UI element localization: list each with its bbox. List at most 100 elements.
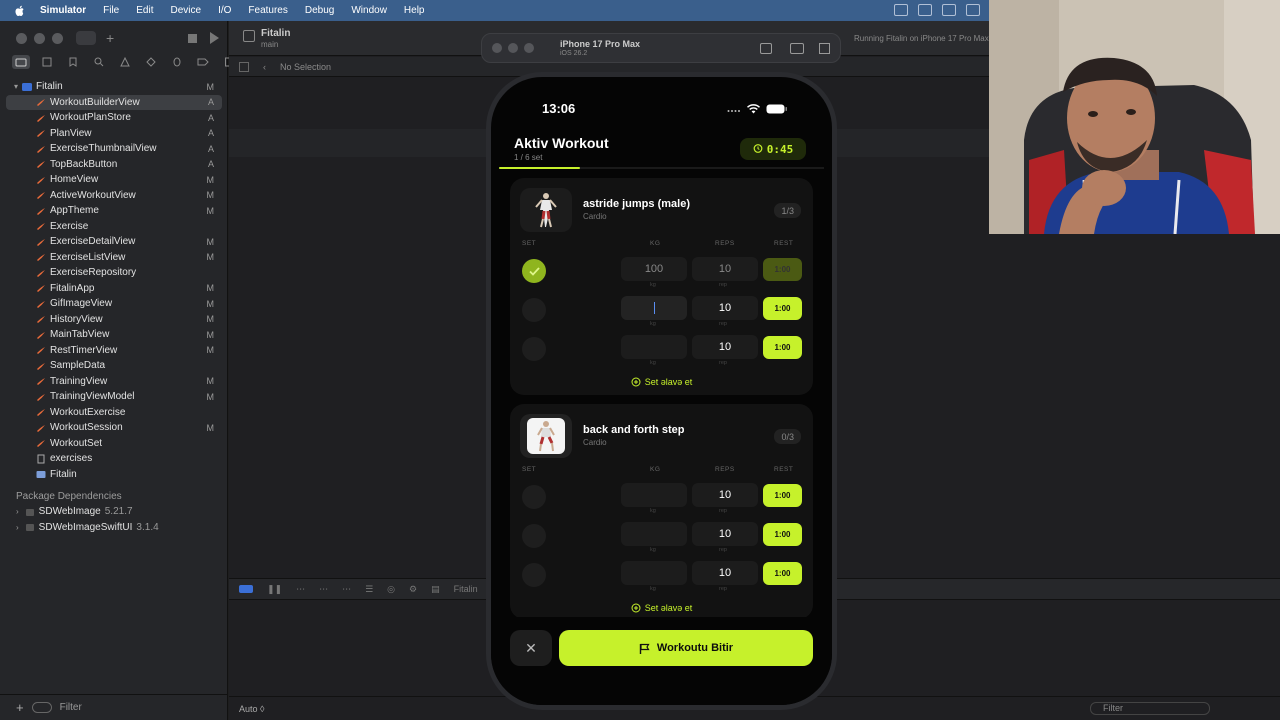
zoom-window-button[interactable] [524, 43, 534, 53]
file-item[interactable]: ExerciseRepository [0, 265, 228, 281]
status-icon[interactable] [918, 4, 932, 16]
file-item[interactable]: WorkoutBuilderView A [6, 94, 222, 110]
close-window-button[interactable] [492, 43, 502, 53]
bookmark-icon[interactable] [64, 55, 82, 69]
reps-input[interactable]: 10 [692, 296, 758, 320]
file-item[interactable]: GifImageView M [0, 296, 228, 312]
rest-timer-button[interactable]: 1:00 [763, 523, 802, 546]
exercise-thumbnail[interactable] [520, 188, 572, 232]
file-item[interactable]: ExerciseDetailView M [0, 234, 228, 250]
disclosure-right-icon[interactable]: › [16, 507, 19, 516]
disclosure-right-icon[interactable]: › [16, 523, 19, 532]
menu-io[interactable]: I/O [218, 5, 231, 16]
warning-icon[interactable] [116, 55, 134, 69]
status-icon[interactable] [894, 4, 908, 16]
rest-timer-button[interactable]: 1:00 [763, 297, 802, 320]
file-item[interactable]: RestTimerView M [0, 343, 228, 359]
add-set-button[interactable]: Set əlavə et [510, 377, 813, 387]
exercise-name[interactable]: back and forth step [583, 424, 684, 436]
file-item[interactable]: TrainingView M [0, 374, 228, 390]
add-file-icon[interactable]: + [16, 700, 24, 715]
weight-input[interactable] [621, 335, 687, 359]
file-item[interactable]: WorkoutPlanStore A [0, 110, 228, 126]
menu-edit[interactable]: Edit [136, 5, 153, 16]
menu-window[interactable]: Window [351, 5, 387, 16]
file-item[interactable]: TrainingViewModel M [0, 389, 228, 405]
weight-input[interactable] [621, 296, 687, 320]
debug-icon[interactable] [168, 55, 186, 69]
apple-icon[interactable] [14, 5, 26, 17]
navigator-filter-input[interactable]: Filter [60, 702, 82, 713]
workout-timer[interactable]: 0:45 [740, 138, 806, 160]
source-control-icon[interactable] [38, 55, 56, 69]
rest-timer-button[interactable]: 1:00 [763, 562, 802, 585]
weight-input[interactable] [621, 561, 687, 585]
reps-input[interactable]: 10 [692, 561, 758, 585]
console-filter-input[interactable]: Filter [1090, 702, 1210, 715]
package-item[interactable]: › SDWebImage 5.21.7 [0, 504, 228, 520]
rest-timer-button[interactable]: 1:00 [763, 484, 802, 507]
reps-input[interactable]: 10 [692, 335, 758, 359]
rest-timer-button[interactable]: 1:00 [763, 336, 802, 359]
file-item[interactable]: ExerciseThumbnailView A [0, 141, 228, 157]
file-item[interactable]: exercises [0, 451, 228, 467]
set-complete-toggle[interactable] [522, 337, 546, 361]
reps-input[interactable]: 10 [692, 257, 758, 281]
disclosure-down-icon[interactable]: ▾ [14, 82, 18, 91]
sidebar-toggle-icon[interactable] [76, 31, 96, 45]
status-icon[interactable] [966, 4, 980, 16]
step-in-icon[interactable]: ⋯ [319, 584, 328, 595]
console-toggle-icon[interactable] [239, 585, 253, 593]
search-icon[interactable] [90, 55, 108, 69]
file-item[interactable]: WorkoutExercise [0, 405, 228, 421]
minimize-window-button[interactable] [508, 43, 518, 53]
weight-input[interactable]: 100 [621, 257, 687, 281]
rest-timer-button[interactable]: 1:00 [763, 258, 802, 281]
menu-help[interactable]: Help [404, 5, 425, 16]
location-icon[interactable]: ▤ [431, 584, 440, 595]
file-item[interactable]: Fitalin [0, 467, 228, 483]
project-root[interactable]: ▾ Fitalin M [0, 79, 228, 95]
file-item[interactable]: TopBackButton A [0, 157, 228, 173]
set-complete-toggle[interactable] [522, 485, 546, 509]
stop-icon[interactable] [188, 34, 197, 43]
run-icon[interactable] [210, 32, 219, 44]
zoom-window-button[interactable] [52, 33, 63, 44]
step-out-icon[interactable]: ⋯ [342, 584, 351, 595]
file-item[interactable]: FitalinApp M [0, 281, 228, 297]
set-complete-toggle[interactable] [522, 563, 546, 587]
screenshot-icon[interactable] [790, 43, 804, 54]
step-over-icon[interactable]: ⋯ [296, 584, 305, 595]
reps-input[interactable]: 10 [692, 522, 758, 546]
file-item[interactable]: MainTabView M [0, 327, 228, 343]
scheme-name[interactable]: Fitalin [261, 28, 290, 39]
set-complete-toggle[interactable] [522, 259, 546, 283]
menu-features[interactable]: Features [248, 5, 287, 16]
back-chevron-icon[interactable]: ‹ [263, 62, 266, 72]
menu-app-name[interactable]: Simulator [40, 5, 86, 16]
view-hierarchy-icon[interactable]: ☰ [365, 584, 373, 595]
set-complete-toggle[interactable] [522, 524, 546, 548]
filter-options-icon[interactable] [31, 702, 52, 713]
console-mode-select[interactable]: Auto ◊ [239, 704, 264, 714]
file-item[interactable]: WorkoutSession M [0, 420, 228, 436]
reps-input[interactable]: 10 [692, 483, 758, 507]
breakpoint-icon[interactable] [194, 55, 212, 69]
file-item[interactable]: AppTheme M [0, 203, 228, 219]
file-item[interactable]: WorkoutSet [0, 436, 228, 452]
grid-icon[interactable] [239, 61, 249, 72]
menu-debug[interactable]: Debug [305, 5, 334, 16]
file-item[interactable]: HomeView M [0, 172, 228, 188]
package-item[interactable]: › SDWebImageSwiftUI 3.1.4 [0, 520, 228, 536]
set-complete-toggle[interactable] [522, 298, 546, 322]
pause-icon[interactable]: ❚❚ [267, 584, 282, 595]
file-item[interactable]: HistoryView M [0, 312, 228, 328]
finish-workout-button[interactable]: Workoutu Bitir [559, 630, 813, 666]
test-icon[interactable] [142, 55, 160, 69]
close-window-button[interactable] [16, 33, 27, 44]
rotate-icon[interactable] [819, 43, 830, 54]
status-icon[interactable] [942, 4, 956, 16]
home-icon[interactable] [760, 43, 772, 54]
menu-file[interactable]: File [103, 5, 119, 16]
file-item[interactable]: Exercise [0, 219, 228, 235]
